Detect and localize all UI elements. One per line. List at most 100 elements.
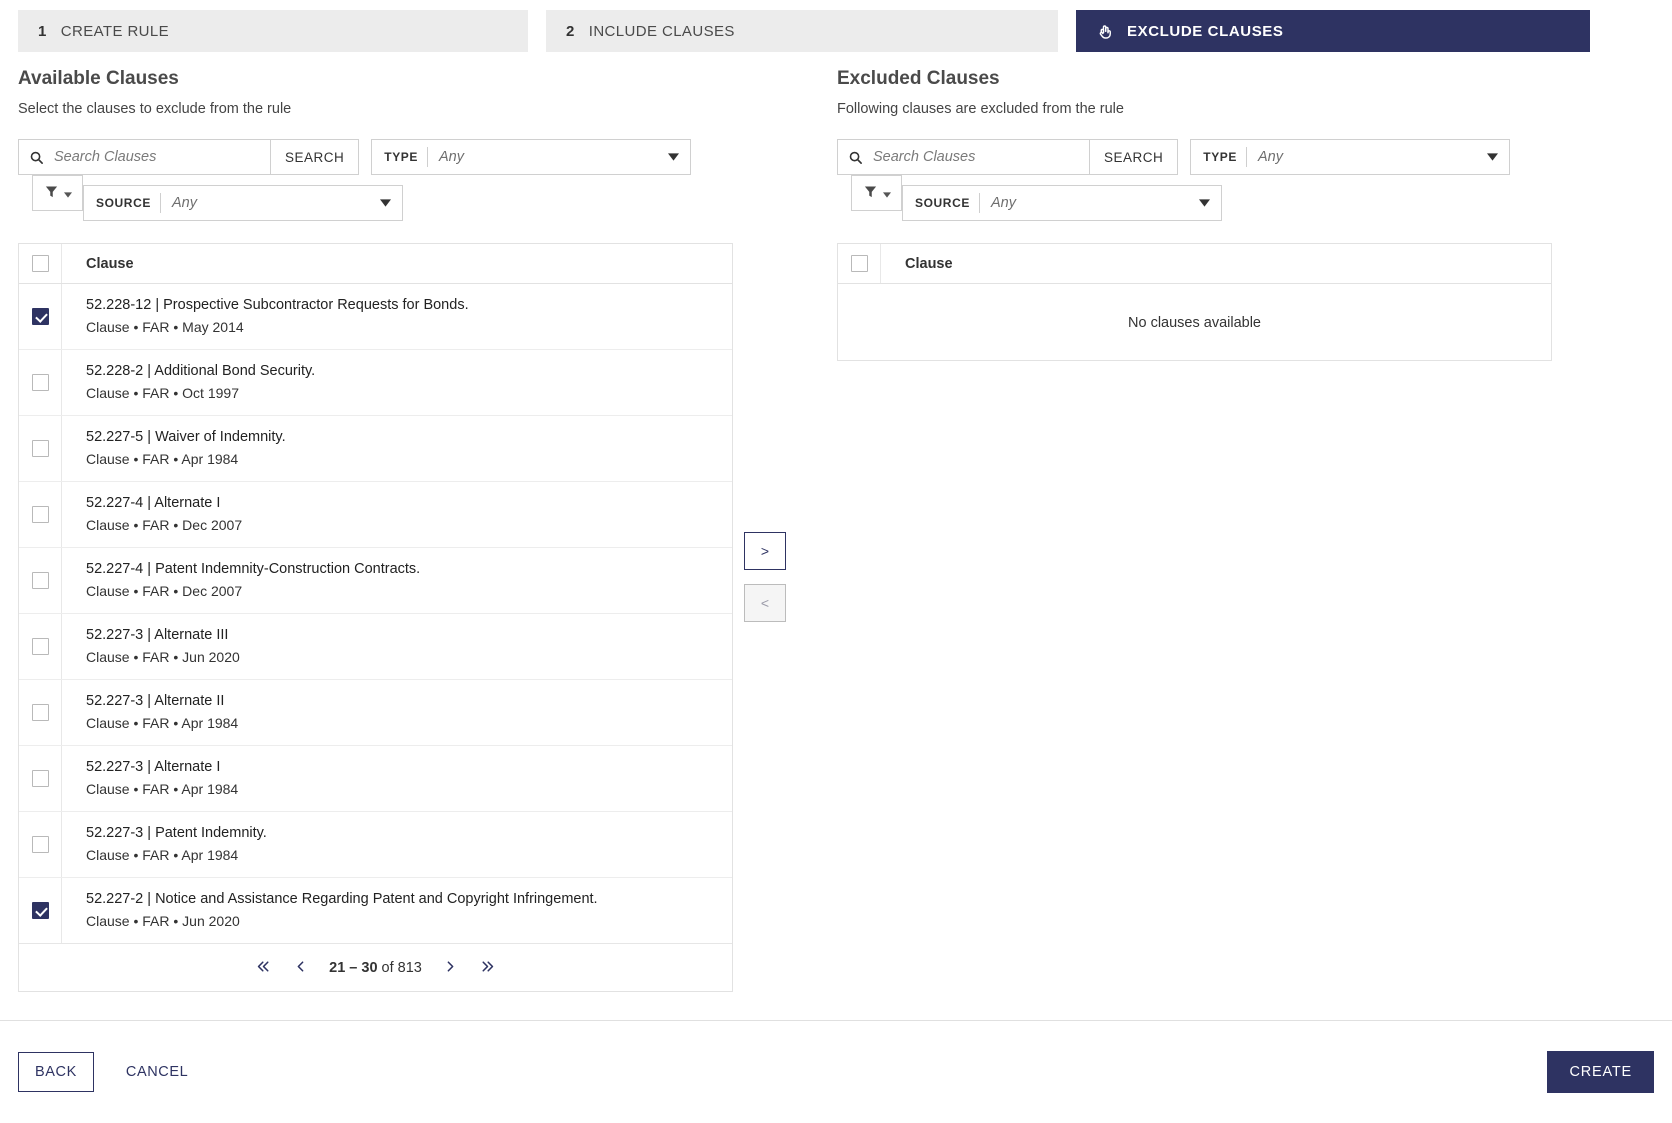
table-row[interactable]: 52.227-3 | Alternate III Clause • FAR • J… bbox=[19, 614, 732, 681]
divider bbox=[978, 193, 980, 213]
table-row[interactable]: 52.227-3 | Alternate I Clause • FAR • Apr… bbox=[19, 746, 732, 813]
available-source-select[interactable]: SOURCE Any bbox=[83, 185, 403, 221]
select-all-cell[interactable] bbox=[838, 244, 881, 283]
tab-create-rule[interactable]: 1 CREATE RULE bbox=[18, 10, 528, 52]
clause-meta: Clause • FAR • Oct 1997 bbox=[86, 385, 239, 402]
dual-list-panels: Available Clauses Select the clauses to … bbox=[0, 62, 1672, 993]
table-header-row: Clause bbox=[19, 244, 732, 284]
funnel-icon bbox=[863, 184, 878, 202]
table-row[interactable]: 52.227-3 | Alternate II Clause • FAR • Ap… bbox=[19, 680, 732, 747]
clause-title: 52.227-3 | Patent Indemnity. bbox=[86, 825, 267, 842]
excluded-search-box[interactable] bbox=[837, 139, 1090, 175]
row-checkbox[interactable] bbox=[31, 836, 49, 854]
row-checkbox[interactable] bbox=[31, 374, 49, 392]
row-checkbox[interactable] bbox=[31, 902, 49, 920]
table-row[interactable]: 52.227-3 | Patent Indemnity. Clause • FAR… bbox=[19, 812, 732, 879]
type-filter-label: TYPE bbox=[1203, 150, 1238, 164]
available-clauses-table: Clause 52.228-12 | Prospective Subcontra… bbox=[18, 243, 733, 993]
chevron-left-icon bbox=[292, 958, 309, 978]
divider bbox=[159, 193, 161, 213]
tab-include-clauses[interactable]: 2 INCLUDE CLAUSES bbox=[546, 10, 1058, 52]
row-checkbox-cell[interactable] bbox=[19, 482, 62, 548]
clause-title: 52.228-2 | Additional Bond Security. bbox=[86, 363, 316, 380]
row-checkbox[interactable] bbox=[31, 572, 49, 590]
move-right-button[interactable]: > bbox=[744, 532, 786, 570]
excluded-source-select[interactable]: SOURCE Any bbox=[902, 185, 1222, 221]
available-filter-button[interactable] bbox=[32, 175, 83, 211]
chevron-down-icon bbox=[63, 186, 72, 201]
row-checkbox-cell[interactable] bbox=[19, 350, 62, 416]
divider bbox=[1246, 147, 1248, 167]
table-row[interactable]: 52.227-5 | Waiver of Indemnity. Clause • … bbox=[19, 416, 732, 483]
row-checkbox-cell[interactable] bbox=[19, 548, 62, 614]
step-label: EXCLUDE CLAUSES bbox=[1127, 22, 1284, 40]
empty-state-message: No clauses available bbox=[1128, 314, 1261, 331]
clause-meta: Clause • FAR • Jun 2020 bbox=[86, 649, 240, 666]
available-search-input[interactable] bbox=[52, 148, 260, 166]
table-row[interactable]: 52.227-2 | Notice and Assistance Regardi… bbox=[19, 878, 732, 944]
row-checkbox-cell[interactable] bbox=[19, 878, 62, 944]
pagination-range: 21 – 30 bbox=[329, 959, 378, 976]
chevron-down-icon bbox=[1487, 148, 1499, 166]
pagination-status: 21 – 30 of 813 bbox=[325, 960, 426, 976]
table-body: 52.228-12 | Prospective Subcontractor Re… bbox=[19, 284, 732, 944]
create-button[interactable]: CREATE bbox=[1547, 1051, 1654, 1093]
tab-exclude-clauses[interactable]: EXCLUDE CLAUSES bbox=[1076, 10, 1590, 52]
chevron-right-icon bbox=[442, 958, 459, 978]
last-page-button[interactable] bbox=[475, 956, 500, 980]
clause-meta: Clause • FAR • Apr 1984 bbox=[86, 715, 239, 732]
excluded-panel-subtitle: Following clauses are excluded from the … bbox=[837, 101, 1124, 117]
search-icon bbox=[848, 150, 863, 165]
row-checkbox-cell[interactable] bbox=[19, 614, 62, 680]
row-content: 52.227-3 | Alternate III Clause • FAR • J… bbox=[62, 614, 240, 679]
select-all-cell[interactable] bbox=[19, 244, 62, 283]
table-row[interactable]: 52.227-4 | Alternate I Clause • FAR • Dec… bbox=[19, 482, 732, 549]
chevron-down-icon bbox=[1199, 194, 1210, 212]
clause-title: 52.227-3 | Alternate II bbox=[86, 693, 225, 710]
cancel-button[interactable]: CANCEL bbox=[120, 1063, 194, 1081]
excluded-search-input[interactable] bbox=[871, 148, 1079, 166]
available-type-select[interactable]: TYPE Any bbox=[371, 139, 692, 175]
clause-meta: Clause • FAR • Apr 1984 bbox=[86, 847, 239, 864]
row-checkbox[interactable] bbox=[31, 506, 49, 524]
available-search-button[interactable]: SEARCH bbox=[271, 139, 360, 175]
clause-title: 52.227-3 | Alternate III bbox=[86, 627, 229, 644]
select-all-checkbox[interactable] bbox=[31, 255, 49, 272]
row-checkbox[interactable] bbox=[31, 440, 49, 458]
table-row[interactable]: 52.228-2 | Additional Bond Security. Clau… bbox=[19, 350, 732, 417]
first-page-button[interactable] bbox=[251, 956, 276, 980]
row-checkbox-cell[interactable] bbox=[19, 284, 62, 350]
row-checkbox[interactable] bbox=[31, 704, 49, 722]
next-page-button[interactable] bbox=[438, 956, 463, 980]
available-search-box[interactable] bbox=[18, 139, 271, 175]
type-filter-value: Any bbox=[1258, 149, 1284, 165]
step-label: CREATE RULE bbox=[60, 22, 170, 40]
row-checkbox-cell[interactable] bbox=[19, 746, 62, 812]
excluded-search-button[interactable]: SEARCH bbox=[1090, 139, 1179, 175]
clause-title: 52.228-12 | Prospective Subcontractor Re… bbox=[86, 297, 469, 313]
row-content: 52.228-2 | Additional Bond Security. Clau… bbox=[62, 350, 315, 415]
row-checkbox[interactable] bbox=[31, 638, 49, 656]
row-checkbox[interactable] bbox=[31, 770, 49, 788]
source-filter-value: Any bbox=[990, 195, 1016, 211]
excluded-search-group: SEARCH bbox=[837, 139, 1179, 175]
row-checkbox-cell[interactable] bbox=[19, 680, 62, 746]
pagination-bar: 21 – 30 of 813 bbox=[19, 943, 732, 991]
hand-pointer-icon bbox=[1096, 23, 1114, 41]
footer-action-bar: BACK CANCEL CREATE bbox=[0, 1020, 1672, 1123]
funnel-icon bbox=[44, 184, 59, 202]
previous-page-button[interactable] bbox=[288, 956, 313, 980]
row-checkbox-cell[interactable] bbox=[19, 812, 62, 878]
select-all-checkbox[interactable] bbox=[850, 255, 868, 272]
available-panel-subtitle: Select the clauses to exclude from the r… bbox=[18, 101, 292, 117]
column-header-clause: Clause bbox=[905, 255, 953, 272]
excluded-filter-button[interactable] bbox=[851, 175, 902, 211]
clause-title: 52.227-2 | Notice and Assistance Regardi… bbox=[86, 891, 598, 908]
double-chevron-left-icon bbox=[255, 958, 272, 978]
table-row[interactable]: 52.228-12 | Prospective Subcontractor Re… bbox=[19, 284, 732, 351]
row-checkbox-cell[interactable] bbox=[19, 416, 62, 482]
row-checkbox[interactable] bbox=[31, 308, 49, 325]
table-row[interactable]: 52.227-4 | Patent Indemnity-Construction… bbox=[19, 548, 732, 615]
back-button[interactable]: BACK bbox=[18, 1052, 94, 1092]
excluded-type-select[interactable]: TYPE Any bbox=[1190, 139, 1511, 175]
